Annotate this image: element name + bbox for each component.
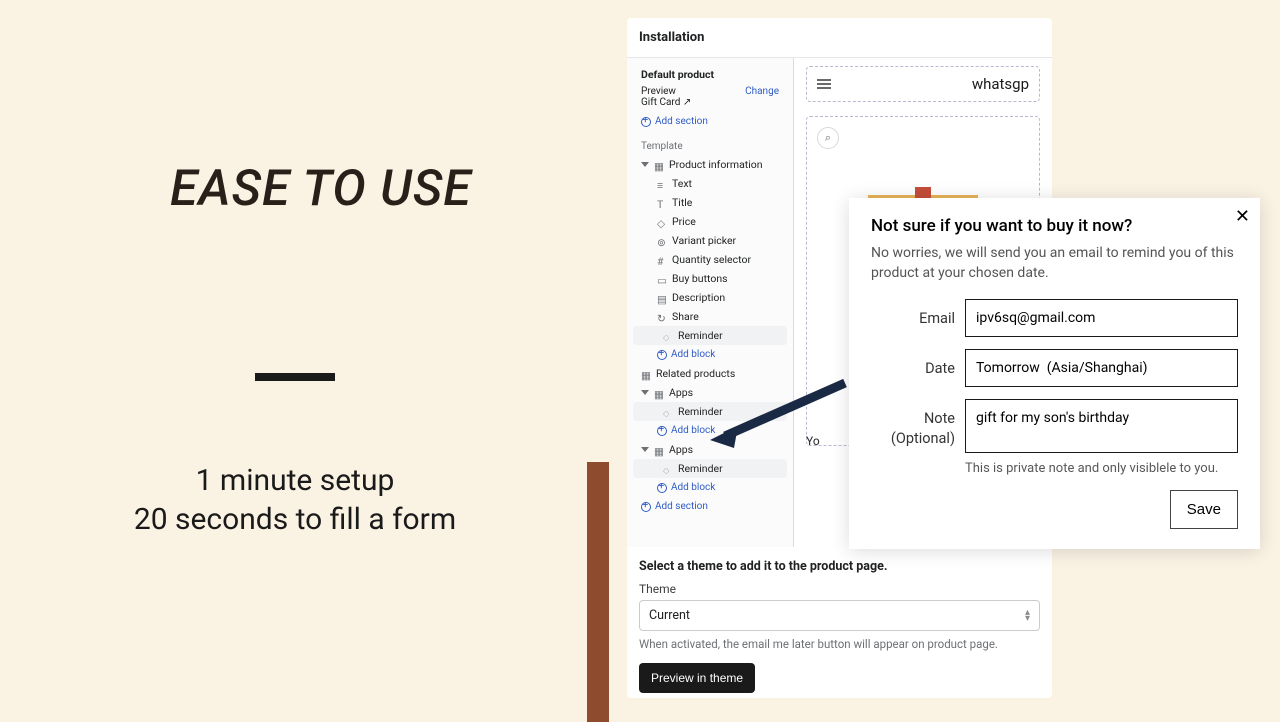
popup-title: Not sure if you want to buy it now? <box>871 216 1238 236</box>
tree-reminder-1[interactable]: ◌Reminder <box>633 326 787 345</box>
change-link[interactable]: Change <box>745 86 779 97</box>
accent-bar <box>587 462 609 722</box>
preview-label: Preview <box>641 86 676 97</box>
add-block-link-3[interactable]: Add block <box>627 478 793 497</box>
save-button[interactable]: Save <box>1170 490 1238 529</box>
email-field[interactable] <box>965 299 1238 337</box>
tree-apps-2[interactable]: ▦Apps <box>627 440 793 459</box>
marketing-copy: EASE TO USE 1 minute setup 20 seconds to… <box>0 0 590 720</box>
default-product-label: Default product <box>627 64 793 84</box>
theme-section: Select a theme to add it to the product … <box>627 547 1052 693</box>
headline: EASE TO USE <box>170 160 550 218</box>
theme-label: Theme <box>639 582 1040 596</box>
subcopy: 1 minute setup 20 seconds to fill a form <box>40 461 550 539</box>
theme-instruction: Select a theme to add it to the product … <box>639 559 1040 574</box>
private-note-text: This is private note and only visiblele … <box>965 461 1238 476</box>
plus-icon <box>657 426 667 436</box>
add-block-link-2[interactable]: Add block <box>627 421 793 440</box>
divider <box>255 373 335 381</box>
note-label: Note (Optional) <box>871 399 955 448</box>
preview-theme-button[interactable]: Preview in theme <box>639 663 755 693</box>
tree-title[interactable]: TTitle <box>627 193 793 212</box>
tree-share[interactable]: ↻Share <box>627 307 793 326</box>
theme-caption: When activated, the email me later butto… <box>639 637 1040 651</box>
hamburger-icon[interactable] <box>817 77 831 92</box>
popup-description: No worries, we will send you an email to… <box>871 244 1238 283</box>
chevron-down-icon <box>641 390 649 395</box>
subcopy-line1: 1 minute setup <box>40 461 550 500</box>
gift-card-link[interactable]: Gift Card ↗ <box>627 97 793 112</box>
chevron-down-icon <box>641 447 649 452</box>
date-field[interactable] <box>965 349 1238 387</box>
shop-title: whatsgp <box>972 75 1029 93</box>
search-icon[interactable]: ⌕ <box>817 127 839 149</box>
tree-desc[interactable]: ▤Description <box>627 288 793 307</box>
tree-variant[interactable]: ⊚Variant picker <box>627 231 793 250</box>
tree-related[interactable]: ▦Related products <box>627 364 793 383</box>
reminder-popup: ✕ Not sure if you want to buy it now? No… <box>849 198 1260 549</box>
add-section-link[interactable]: Add section <box>627 112 793 131</box>
stepper-icon: ▴▾ <box>1025 610 1030 621</box>
add-section-link-2[interactable]: Add section <box>627 497 793 516</box>
tree-apps-1[interactable]: ▦Apps <box>627 383 793 402</box>
theme-editor-sidebar: Default product Preview Change Gift Card… <box>627 58 794 547</box>
plus-icon <box>657 483 667 493</box>
tree-text[interactable]: ≡Text <box>627 174 793 193</box>
theme-select[interactable]: Current ▴▾ <box>639 600 1040 631</box>
close-icon[interactable]: ✕ <box>1235 206 1250 227</box>
chevron-down-icon <box>641 162 649 167</box>
plus-icon <box>641 117 651 127</box>
email-label: Email <box>871 299 955 329</box>
tree-price[interactable]: ◇Price <box>627 212 793 231</box>
plus-icon <box>641 502 651 512</box>
tree-qty[interactable]: #Quantity selector <box>627 250 793 269</box>
note-field[interactable] <box>965 399 1238 453</box>
subcopy-line2: 20 seconds to fill a form <box>40 500 550 539</box>
plus-icon <box>657 350 667 360</box>
theme-value: Current <box>649 608 690 623</box>
panel-title: Installation <box>627 18 1052 55</box>
tree-reminder-3[interactable]: ◌Reminder <box>633 459 787 478</box>
truncated-text: Yo <box>806 434 820 448</box>
date-label: Date <box>871 349 955 379</box>
tree-reminder-2[interactable]: ◌Reminder <box>633 402 787 421</box>
tree-buy[interactable]: ▭Buy buttons <box>627 269 793 288</box>
tree-product-info[interactable]: ▦Product information <box>627 155 793 174</box>
template-label: Template <box>627 131 793 155</box>
shop-header: whatsgp <box>806 66 1040 102</box>
add-block-link-1[interactable]: Add block <box>627 345 793 364</box>
